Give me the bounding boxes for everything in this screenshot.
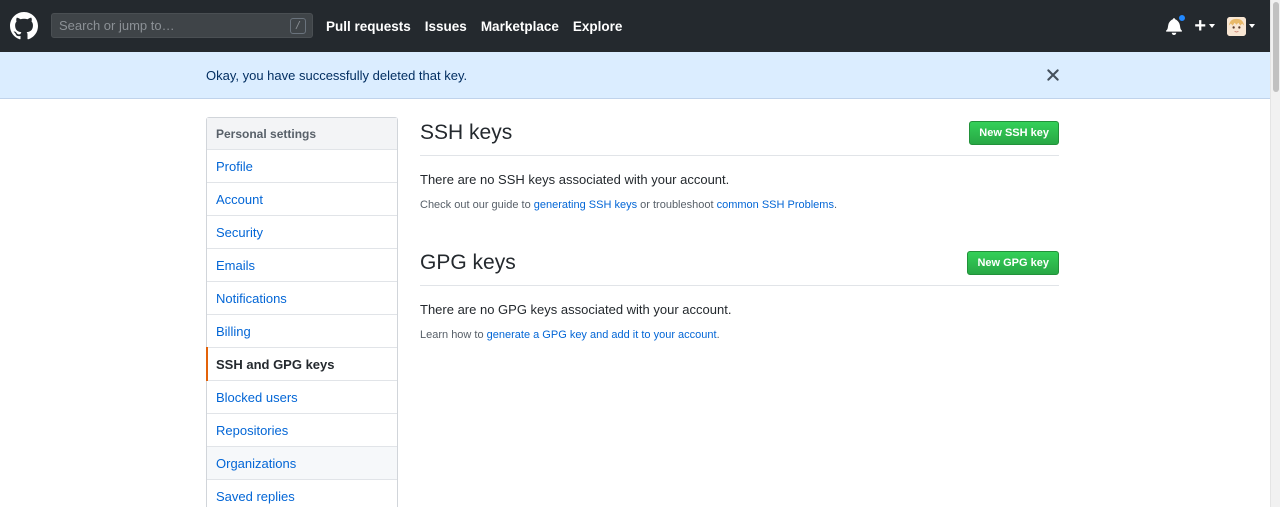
github-logo-icon[interactable] (10, 12, 38, 40)
gpg-keys-section: GPG keys New GPG key There are no GPG ke… (420, 247, 1059, 341)
ssh-keys-title: SSH keys (420, 121, 513, 144)
sidebar-item-security[interactable]: Security (207, 216, 397, 249)
ssh-empty-message: There are no SSH keys associated with yo… (420, 172, 730, 187)
header-nav: Pull requests Issues Marketplace Explore (326, 0, 622, 52)
notifications-button[interactable] (1166, 14, 1187, 35)
gpg-note-prefix: Learn how to (420, 329, 487, 341)
avatar (1227, 16, 1246, 36)
gpg-empty-message: There are no GPG keys associated with yo… (420, 302, 732, 317)
gpg-section-header: GPG keys New GPG key (420, 247, 1059, 286)
nav-pull-requests[interactable]: Pull requests (326, 19, 411, 34)
close-icon[interactable] (1046, 68, 1060, 82)
sidebar-item-notifications[interactable]: Notifications (207, 282, 397, 315)
gpg-help-note: Learn how to generate a GPG key and add … (420, 329, 1059, 341)
nav-issues[interactable]: Issues (425, 19, 467, 34)
sidebar-item-saved-replies[interactable]: Saved replies (207, 480, 397, 507)
page-scrollbar[interactable] (1270, 0, 1280, 507)
user-menu-dropdown[interactable] (1227, 16, 1255, 36)
caret-down-icon (1249, 24, 1255, 28)
gpg-note-suffix: . (716, 329, 720, 341)
sidebar-item-profile[interactable]: Profile (207, 150, 397, 183)
caret-down-icon (1209, 24, 1215, 28)
ssh-section-header: SSH keys New SSH key (420, 117, 1059, 156)
search-input[interactable] (52, 14, 312, 37)
top-header: / Pull requests Issues Marketplace Explo… (0, 0, 1270, 52)
sidebar-item-blocked-users[interactable]: Blocked users (207, 381, 397, 414)
new-ssh-key-button[interactable]: New SSH key (969, 121, 1059, 145)
sidebar-item-account[interactable]: Account (207, 183, 397, 216)
ssh-note-suffix: . (833, 199, 838, 211)
scrollbar-thumb[interactable] (1273, 2, 1279, 92)
flash-message: Okay, you have successfully deleted that… (206, 68, 468, 83)
nav-marketplace[interactable]: Marketplace (481, 19, 559, 34)
new-gpg-key-button[interactable]: New GPG key (967, 251, 1059, 275)
sidebar-heading: Personal settings (207, 118, 397, 150)
plus-icon: + (1194, 14, 1206, 37)
create-new-dropdown[interactable]: + (1194, 15, 1215, 38)
gpg-keys-title: GPG keys (420, 251, 516, 274)
search-shortcut-hint: / (290, 18, 306, 34)
header-actions: + (1166, 0, 1255, 52)
main-content: SSH keys New SSH key There are no SSH ke… (420, 117, 1059, 341)
ssh-note-prefix: Check out our guide to (420, 199, 534, 211)
sidebar-item-billing[interactable]: Billing (207, 315, 397, 348)
unread-indicator (1178, 14, 1187, 22)
ssh-keys-section: SSH keys New SSH key There are no SSH ke… (420, 117, 1059, 211)
settings-sidebar: Personal settings Profile Account Securi… (206, 117, 398, 507)
sidebar-item-repositories[interactable]: Repositories (207, 414, 397, 447)
generating-ssh-keys-link[interactable]: generating SSH keys (534, 199, 637, 211)
flash-notice: Okay, you have successfully deleted that… (0, 52, 1270, 99)
ssh-note-middle: or troubleshoot (637, 199, 717, 211)
ssh-help-note: Check out our guide to generating SSH ke… (420, 199, 1059, 211)
sidebar-item-ssh-gpg-keys[interactable]: SSH and GPG keys (206, 347, 397, 381)
sidebar-item-organizations[interactable]: Organizations (207, 447, 397, 480)
common-ssh-problems-link[interactable]: common SSH Problems (717, 199, 834, 211)
sidebar-item-emails[interactable]: Emails (207, 249, 397, 282)
search-box[interactable]: / (51, 13, 313, 38)
generate-gpg-key-link[interactable]: generate a GPG key and add it to your ac… (487, 329, 717, 341)
nav-explore[interactable]: Explore (573, 19, 623, 34)
